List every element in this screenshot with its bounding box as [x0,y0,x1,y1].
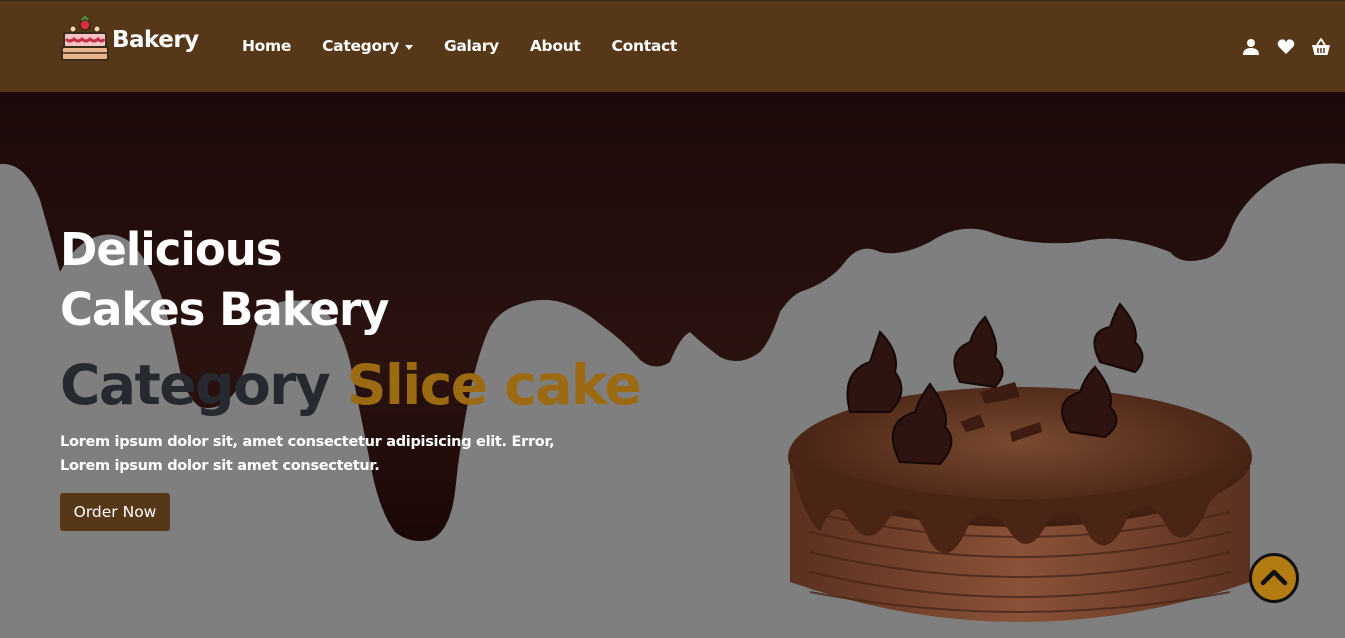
nav-link-label: Contact [611,37,678,55]
brand[interactable]: Bakery [60,15,199,65]
chevron-up-icon [1260,569,1288,586]
hero-section: Delicious Cakes Bakery Category Slice ca… [0,92,1345,638]
nav-links: Home Category Galary About Contact [242,37,708,55]
basket-icon[interactable] [1312,38,1330,56]
hero-title-line1: Delicious [60,223,283,276]
chocolate-cake-image [788,302,1252,622]
nav-link-label: Galary [443,37,499,55]
hero-description-line2: Lorem ipsum dolor sit amet consectetur. [60,458,380,474]
hero-subtitle-category: Category [60,353,331,417]
nav-icons [1242,38,1345,56]
cake-icon [61,15,109,61]
brand-name: Bakery [112,27,199,53]
nav-link-contact[interactable]: Contact [611,37,678,55]
navbar: Bakery Home Category Galary About Contac… [0,0,1345,92]
order-now-button[interactable]: Order Now [60,493,170,531]
hero-description-line1: Lorem ipsum dolor sit, amet consectetur … [60,434,555,450]
hero-title-line2: Cakes Bakery [60,283,390,336]
nav-link-about[interactable]: About [530,37,581,55]
nav-link-category[interactable]: Category [322,37,413,55]
nav-link-label: About [529,37,581,55]
nav-link-label: Home [242,37,292,55]
user-icon[interactable] [1242,38,1260,56]
heart-icon[interactable] [1277,38,1295,56]
scroll-to-top-button[interactable] [1249,553,1299,603]
hero-subtitle: Category Slice cake [60,350,642,420]
nav-link-label: Category [322,37,399,55]
hero-subtitle-slice: Slice cake [346,353,642,417]
nav-link-galary[interactable]: Galary [444,37,499,55]
nav-link-home[interactable]: Home [242,37,291,55]
caret-down-icon [404,44,413,50]
hero-description: Lorem ipsum dolor sit, amet consectetur … [60,430,600,478]
